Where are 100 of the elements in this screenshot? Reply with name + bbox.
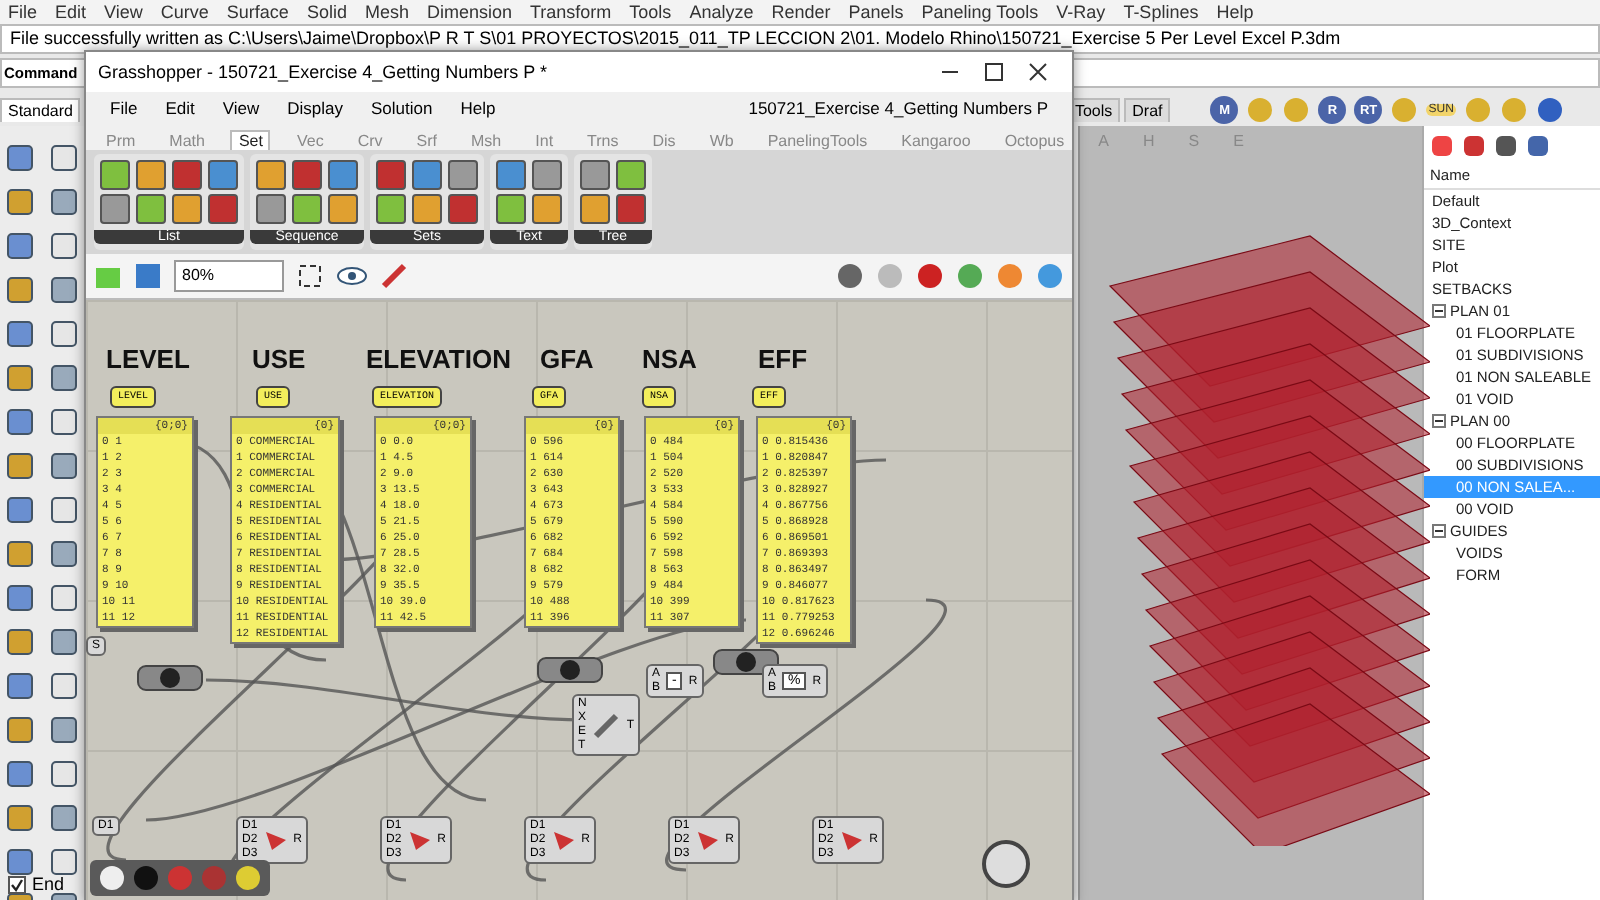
eye-icon[interactable] xyxy=(336,264,368,288)
tool-icon[interactable] xyxy=(4,494,36,526)
component-icon[interactable] xyxy=(412,194,442,224)
component-icon[interactable] xyxy=(256,160,286,190)
tool-icon[interactable] xyxy=(48,758,80,790)
tool-icon[interactable] xyxy=(4,846,36,878)
tool-icon[interactable] xyxy=(48,450,80,482)
tool-icon[interactable] xyxy=(4,318,36,350)
menu-item[interactable]: Analyze xyxy=(689,2,754,22)
preview-mode-icon[interactable] xyxy=(1036,262,1064,290)
component-icon[interactable] xyxy=(136,194,166,224)
render-tool-icon[interactable] xyxy=(1535,96,1564,124)
pen-icon[interactable] xyxy=(380,262,408,290)
tool-icon[interactable] xyxy=(4,670,36,702)
ribbon-tab[interactable]: Set xyxy=(230,130,271,150)
collapse-icon[interactable] xyxy=(1432,304,1446,318)
tool-icon[interactable] xyxy=(48,406,80,438)
menu-item[interactable]: View xyxy=(222,98,260,118)
menu-item[interactable]: Dimension xyxy=(426,2,512,22)
menu-item[interactable]: Mesh xyxy=(364,2,409,22)
menu-item[interactable]: Tools xyxy=(629,2,672,22)
relay-node-icon[interactable] xyxy=(536,656,604,684)
component-icon[interactable] xyxy=(292,194,322,224)
collapse-icon[interactable] xyxy=(1432,524,1446,538)
component-icon[interactable] xyxy=(136,160,166,190)
menu-item[interactable]: Display xyxy=(287,98,344,118)
menu-item[interactable]: File xyxy=(8,2,38,22)
tool-icon[interactable] xyxy=(48,318,80,350)
menu-item[interactable]: Surface xyxy=(226,2,289,22)
save-icon[interactable] xyxy=(134,262,162,290)
tool-icon[interactable] xyxy=(4,230,36,262)
widget-icon[interactable] xyxy=(98,864,126,892)
menu-item[interactable]: Solid xyxy=(306,2,347,22)
menu-item[interactable]: Edit xyxy=(165,98,195,118)
component-icon[interactable] xyxy=(100,160,130,190)
tool-icon[interactable] xyxy=(4,758,36,790)
tool-icon[interactable] xyxy=(48,670,80,702)
tool-icon[interactable] xyxy=(48,846,80,878)
navigation-dial-icon[interactable] xyxy=(980,838,1032,890)
menu-item[interactable]: Render xyxy=(771,2,831,22)
tool-icon[interactable] xyxy=(4,582,36,614)
component-icon[interactable] xyxy=(448,160,478,190)
menu-item[interactable]: Paneling Tools xyxy=(921,2,1039,22)
relay-node-icon[interactable] xyxy=(136,664,204,692)
preview-mode-icon[interactable] xyxy=(916,262,944,290)
menu-item[interactable]: File xyxy=(110,98,138,118)
menu-item[interactable]: View xyxy=(104,2,143,22)
tool-icon[interactable] xyxy=(48,274,80,306)
tool-icon[interactable] xyxy=(48,230,80,262)
preview-mode-icon[interactable] xyxy=(836,262,864,290)
panel-tab-icon[interactable] xyxy=(1430,134,1454,158)
tool-icon[interactable] xyxy=(4,450,36,482)
menu-item[interactable]: V-Ray xyxy=(1056,2,1106,22)
menu-item[interactable]: Help xyxy=(1216,2,1254,22)
panel-tab-icon[interactable] xyxy=(1462,134,1486,158)
menu-item[interactable]: Solution xyxy=(371,98,433,118)
tool-icon[interactable] xyxy=(48,142,80,174)
tool-icon[interactable] xyxy=(4,186,36,218)
zoom-extents-icon[interactable] xyxy=(296,262,324,290)
component-icon[interactable] xyxy=(376,194,406,224)
tool-icon[interactable] xyxy=(48,186,80,218)
component-icon[interactable] xyxy=(532,160,562,190)
tool-icon[interactable] xyxy=(4,362,36,394)
collapse-icon[interactable] xyxy=(1432,414,1446,428)
component-icon[interactable] xyxy=(100,194,130,224)
tool-icon[interactable] xyxy=(48,626,80,658)
component-icon[interactable] xyxy=(616,160,646,190)
component-icon[interactable] xyxy=(580,160,610,190)
component-icon[interactable] xyxy=(532,194,562,224)
toolbar-tab[interactable]: Standard xyxy=(0,98,81,122)
menu-item[interactable]: Transform xyxy=(530,2,612,22)
tool-icon[interactable] xyxy=(4,274,36,306)
tool-icon[interactable] xyxy=(4,802,36,834)
tool-icon[interactable] xyxy=(48,362,80,394)
widget-icon[interactable] xyxy=(132,864,160,892)
tool-icon[interactable] xyxy=(48,494,80,526)
menu-item[interactable]: Edit xyxy=(55,2,87,22)
menu-item[interactable]: Curve xyxy=(160,2,209,22)
preview-mode-icon[interactable] xyxy=(956,262,984,290)
tool-icon[interactable] xyxy=(4,714,36,746)
zoom-field[interactable]: 80% xyxy=(174,260,284,292)
tool-icon[interactable] xyxy=(48,538,80,570)
relay-node-icon[interactable] xyxy=(712,648,780,676)
component-icon[interactable] xyxy=(328,194,358,224)
tool-icon[interactable] xyxy=(4,406,36,438)
panel-tab-icon[interactable] xyxy=(1494,134,1518,158)
menu-item[interactable]: T-Splines xyxy=(1123,2,1199,22)
menu-item[interactable]: Panels xyxy=(848,2,904,22)
tool-icon[interactable] xyxy=(48,802,80,834)
widget-icon[interactable] xyxy=(234,864,262,892)
component-icon[interactable] xyxy=(172,194,202,224)
menu-item[interactable]: Help xyxy=(460,98,496,118)
component-icon[interactable] xyxy=(496,194,526,224)
toolbar-tab[interactable]: Draf xyxy=(1124,98,1171,122)
tool-icon[interactable] xyxy=(48,714,80,746)
tool-icon[interactable] xyxy=(4,538,36,570)
tool-icon[interactable] xyxy=(4,626,36,658)
component-icon[interactable] xyxy=(580,194,610,224)
component-icon[interactable] xyxy=(256,194,286,224)
tool-icon[interactable] xyxy=(48,582,80,614)
